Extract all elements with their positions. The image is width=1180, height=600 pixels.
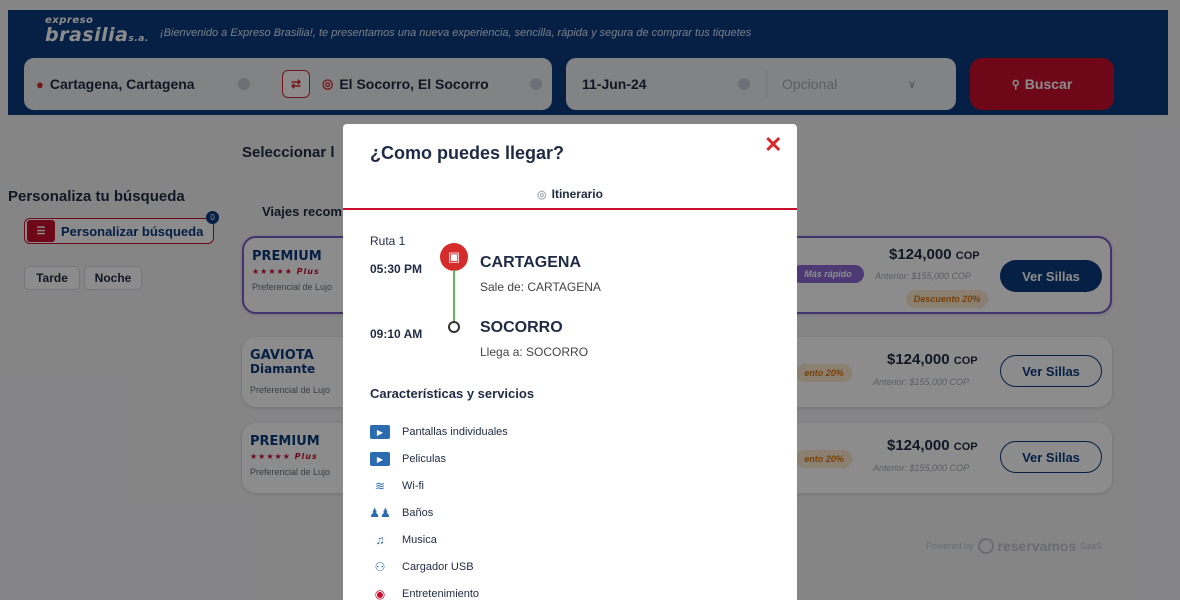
modal-title: ¿Como puedes llegar? xyxy=(370,143,565,163)
wifi-icon: ≋ xyxy=(374,479,386,493)
feature-item: ▶ Peliculas xyxy=(370,450,446,468)
tab-itinerary[interactable]: ◎ Itinerario xyxy=(343,180,797,210)
departure-time: 05:30 PM xyxy=(370,262,423,276)
route-line xyxy=(453,270,455,322)
feature-item: ⚇ Cargador USB xyxy=(370,558,474,576)
location-pin-icon: ◎ xyxy=(537,188,547,201)
arrival-time: 09:10 AM xyxy=(370,327,423,341)
music-icon: ♫ xyxy=(375,533,385,547)
restroom-icon: ♟♟ xyxy=(369,506,391,520)
bus-icon: ▣ xyxy=(440,243,468,271)
feature-item: ≋ Wi-fi xyxy=(370,477,424,495)
film-icon: ▶ xyxy=(370,452,390,466)
route-label: Ruta 1 xyxy=(370,234,406,248)
close-icon[interactable]: ✕ xyxy=(764,134,782,156)
departure-city: CARTAGENA xyxy=(480,254,582,271)
feature-item: ♫ Musica xyxy=(370,531,437,549)
arrival-city: SOCORRO xyxy=(480,319,563,336)
usb-icon: ⚇ xyxy=(374,560,386,574)
departure-detail: Sale de: CARTAGENA xyxy=(480,280,601,294)
entertainment-icon: ◉ xyxy=(374,587,386,600)
destination-dot-icon xyxy=(448,321,460,333)
screen-icon: ▶ xyxy=(370,425,390,439)
arrival-detail: Llega a: SOCORRO xyxy=(480,345,589,359)
feature-item: ♟♟ Baños xyxy=(369,506,434,520)
feature-item: ▶ Pantallas individuales xyxy=(370,423,508,441)
feature-item: ◉ Entretenimiento xyxy=(370,585,479,600)
features-title: Características y servicios xyxy=(370,386,535,401)
itinerary-modal: ¿Como puedes llegar? ✕ ◎ Itinerario Ruta… xyxy=(343,124,797,600)
page: expreso brasilias.a. ¡Bienvenido a Expre… xyxy=(0,0,1180,600)
